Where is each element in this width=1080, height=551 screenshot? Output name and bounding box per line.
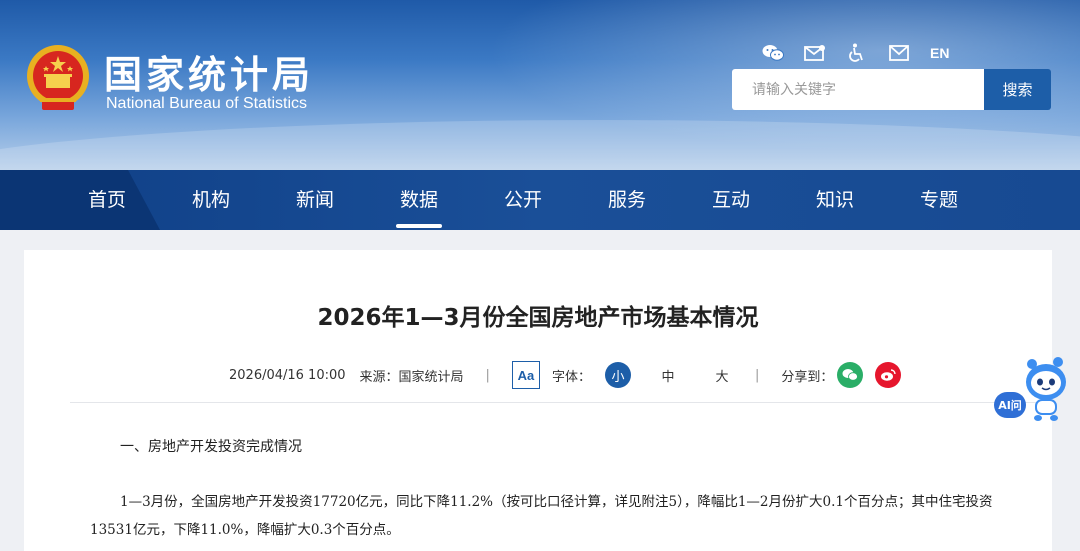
article-paragraph: 1—3月份，全国房地产开发投资17720亿元，同比下降11.2%（按可比口径计算…: [90, 494, 993, 538]
nav-item-interaction[interactable]: 互动: [681, 170, 781, 230]
font-size-large-button[interactable]: 大: [709, 362, 735, 388]
share-weibo-icon[interactable]: [875, 362, 902, 388]
main-nav: 首页 机构 新闻 数据 公开 服务 互动 知识 专题: [0, 170, 1080, 230]
nav-item-news[interactable]: 新闻: [265, 170, 365, 230]
article-meta: 2026/04/16 10:00 来源：国家统计局 | Aa 字体： 小 中 大…: [229, 360, 902, 390]
wechat-icon[interactable]: [762, 42, 784, 64]
header-curve: [0, 120, 1080, 170]
accessibility-icon[interactable]: [846, 42, 868, 64]
font-label: 字体：: [551, 369, 591, 385]
font-aa-icon[interactable]: Aa: [511, 361, 540, 389]
meta-divider: [70, 402, 1052, 403]
site-title-cn[interactable]: 国家统计局: [104, 44, 314, 99]
email-icon[interactable]: [888, 42, 910, 64]
nav-item-public[interactable]: 公开: [473, 170, 573, 230]
font-size-small-button[interactable]: 小: [604, 362, 631, 388]
ai-assistant-widget[interactable]: AI问: [992, 352, 1076, 422]
search-input[interactable]: [732, 69, 984, 110]
nav-item-data[interactable]: 数据: [369, 170, 469, 230]
header-tools: EN: [762, 42, 949, 64]
share-wechat-icon[interactable]: [837, 362, 864, 388]
section-heading: 一、房地产开发投资完成情况: [120, 439, 302, 455]
national-emblem-icon[interactable]: [24, 42, 92, 114]
publish-datetime: 2026/04/16 10:00: [229, 367, 346, 383]
search-button[interactable]: 搜索: [984, 69, 1051, 110]
nav-item-services[interactable]: 服务: [577, 170, 677, 230]
language-en-link[interactable]: EN: [930, 45, 949, 61]
share-label: 分享到：: [781, 369, 834, 385]
site-header: 国家统计局 National Bureau of Statistics EN 请…: [0, 0, 1080, 170]
meta-separator: |: [485, 367, 490, 383]
meta-separator-2: |: [754, 367, 760, 383]
nav-item-topics[interactable]: 专题: [889, 170, 989, 230]
site-title-en[interactable]: National Bureau of Statistics: [106, 95, 307, 113]
ai-ask-label[interactable]: AI问: [994, 392, 1026, 418]
article-title: 2026年1—3月份全国房地产市场基本情况: [317, 305, 759, 331]
nav-item-institutions[interactable]: 机构: [161, 170, 261, 230]
nav-active-indicator: [396, 224, 442, 228]
font-size-medium-button[interactable]: 中: [655, 362, 681, 388]
article-card: 2026年1—3月份全国房地产市场基本情况 2026/04/16 10:00 来…: [24, 250, 1052, 551]
mail-envelope-icon[interactable]: [804, 42, 826, 64]
nav-item-knowledge[interactable]: 知识: [785, 170, 885, 230]
nav-item-home[interactable]: 首页: [57, 170, 157, 230]
article-source: 来源：国家统计局: [359, 369, 464, 385]
